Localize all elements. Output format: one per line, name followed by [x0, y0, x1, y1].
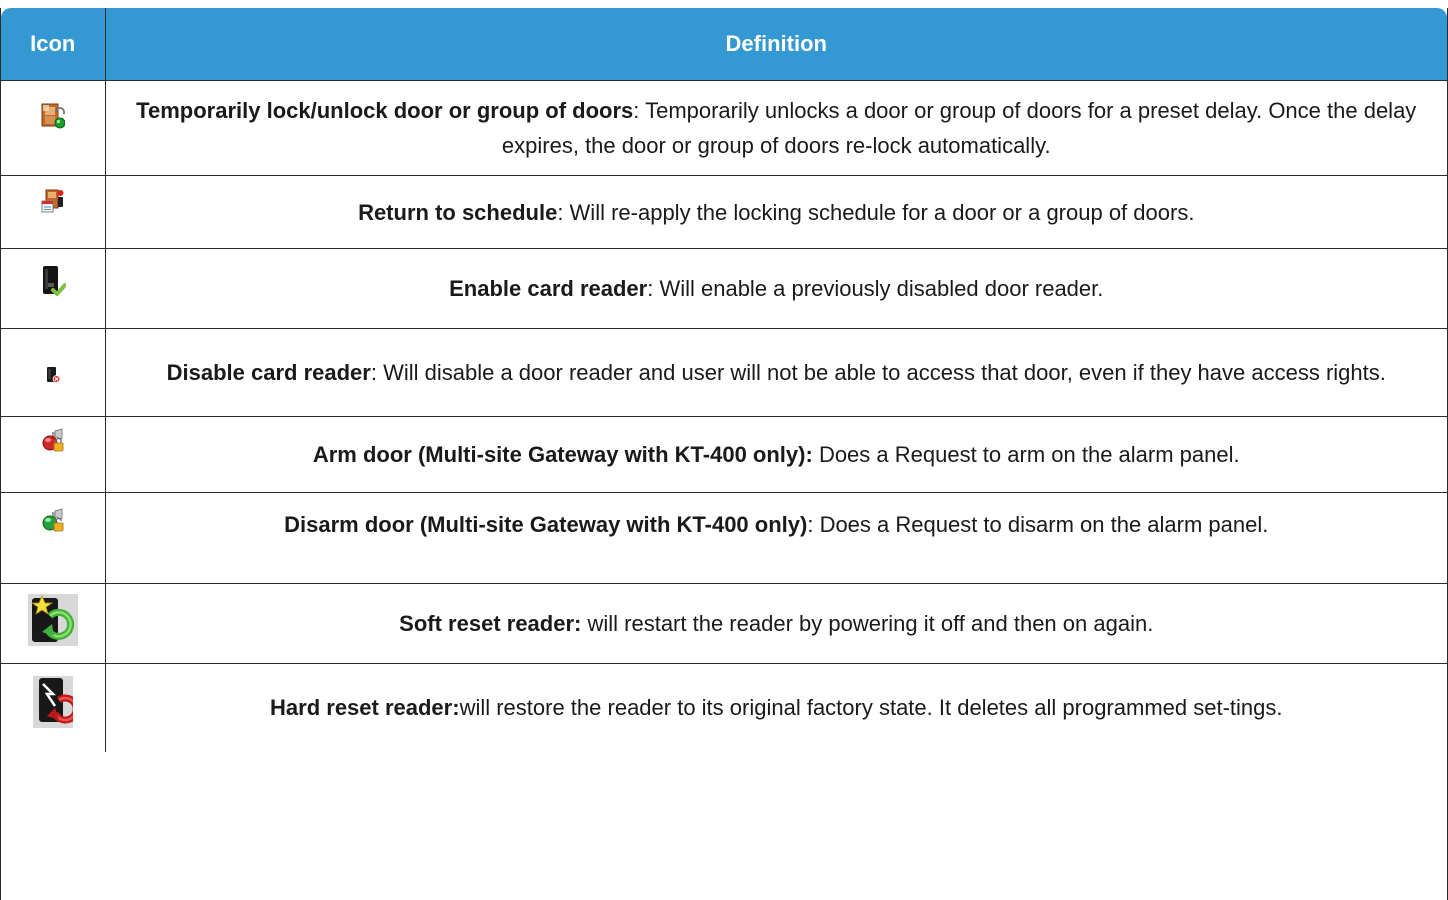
disable-card-reader-icon [45, 359, 61, 394]
table-row: Arm door (Multi-site Gateway with KT-400… [1, 416, 1447, 493]
icon-cell [1, 80, 106, 176]
icon-definition-table-container: Icon Definition Temporarily lock/unlock … [0, 8, 1448, 900]
temporarily-unlock-door-icon [41, 103, 66, 139]
icon-cell [1, 175, 106, 249]
definition-cell: Soft reset reader: will restart the read… [105, 583, 1447, 664]
definition-cell: Enable card reader: Will enable a previo… [105, 248, 1447, 329]
definition-title: Disarm door (Multi-site Gateway with KT-… [284, 512, 808, 537]
arm-door-icon [41, 427, 65, 462]
definition-separator: : [370, 360, 384, 385]
definition-cell: Return to schedule: Will re-apply the lo… [105, 175, 1447, 249]
icon-cell [1, 663, 106, 752]
definition-separator: : [647, 276, 660, 301]
definition-cell: Disable card reader: Will disable a door… [105, 328, 1447, 417]
definition-separator: : [807, 512, 820, 537]
definition-text: will restart the reader by powering it o… [587, 611, 1154, 636]
enable-card-reader-icon [40, 265, 67, 309]
definition-column-header: Definition [105, 8, 1447, 81]
definition-cell: Disarm door (Multi-site Gateway with KT-… [105, 492, 1447, 584]
definition-title: Enable card reader [449, 276, 648, 301]
definition-separator: : [633, 98, 646, 123]
definition-text: Does a Request to disarm on the alarm pa… [819, 512, 1269, 537]
soft-reset-reader-icon [27, 594, 78, 656]
table-row: Disarm door (Multi-site Gateway with KT-… [1, 492, 1447, 584]
definition-title: Disable card reader [166, 360, 371, 385]
table-row: Return to schedule: Will re-apply the lo… [1, 175, 1447, 249]
table-header-row: Icon Definition [1, 8, 1447, 81]
return-to-schedule-icon [41, 188, 65, 223]
icon-cell [1, 492, 106, 584]
definition-text: Will re-apply the locking schedule for a… [569, 199, 1195, 225]
hard-reset-reader-icon [32, 676, 80, 738]
definition-title: Soft reset reader: [399, 611, 582, 636]
icon-definition-table: Icon Definition Temporarily lock/unlock … [1, 8, 1447, 752]
icon-cell [1, 248, 106, 329]
definition-cell: Temporarily lock/unlock door or group of… [105, 80, 1447, 176]
icon-cell [1, 583, 106, 664]
definition-text: Will enable a previously disabled door r… [659, 276, 1104, 301]
icon-column-header: Icon [1, 8, 106, 81]
table-row: Enable card reader: Will enable a previo… [1, 248, 1447, 329]
table-row: Disable card reader: Will disable a door… [1, 328, 1447, 417]
definition-title: Arm door (Multi-site Gateway with KT-400… [312, 442, 813, 467]
icon-cell [1, 416, 106, 493]
definition-title: Hard reset reader: [270, 695, 460, 721]
table-row: Temporarily lock/unlock door or group of… [1, 80, 1447, 176]
definition-separator: : [557, 199, 570, 225]
definition-text: Will disable a door reader and user will… [383, 360, 1386, 385]
table-row: Hard reset reader:will restore the reade… [1, 663, 1447, 752]
definition-title: Temporarily lock/unlock door or group of… [136, 98, 634, 123]
icon-cell [1, 328, 106, 417]
definition-text: will restore the reader to its original … [459, 695, 1283, 721]
definition-title: Return to schedule [358, 199, 558, 225]
definition-cell: Hard reset reader:will restore the reade… [105, 663, 1447, 752]
definition-text: Does a Request to arm on the alarm panel… [818, 442, 1240, 467]
definition-cell: Arm door (Multi-site Gateway with KT-400… [105, 416, 1447, 493]
table-row: Soft reset reader: will restart the read… [1, 583, 1447, 664]
disarm-door-icon [41, 507, 65, 542]
